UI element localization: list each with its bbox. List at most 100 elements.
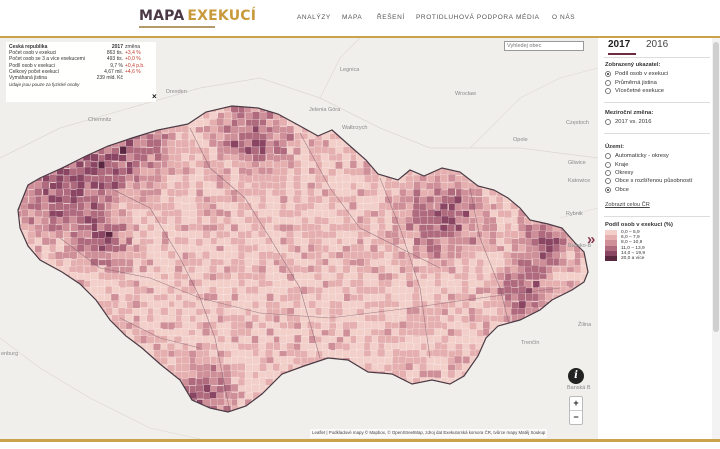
municipality-cell[interactable]: [245, 131, 254, 140]
municipality-cell[interactable]: [342, 188, 351, 197]
municipality-cell[interactable]: [461, 257, 470, 266]
municipality-cell[interactable]: [21, 159, 30, 168]
municipality-cell[interactable]: [96, 294, 105, 303]
municipality-cell[interactable]: [469, 392, 478, 401]
municipality-cell[interactable]: [342, 329, 351, 337]
municipality-cell[interactable]: [385, 314, 394, 323]
municipality-cell[interactable]: [363, 293, 372, 302]
municipality-cell[interactable]: [56, 118, 65, 127]
municipality-cell[interactable]: [152, 194, 161, 203]
municipality-cell[interactable]: [210, 398, 219, 407]
municipality-cell[interactable]: [581, 166, 590, 175]
municipality-cell[interactable]: [112, 329, 121, 338]
municipality-cell[interactable]: [440, 145, 449, 154]
municipality-cell[interactable]: [76, 167, 85, 176]
municipality-cell[interactable]: [476, 377, 485, 386]
municipality-cell[interactable]: [370, 405, 379, 414]
municipality-cell[interactable]: [552, 244, 561, 253]
municipality-cell[interactable]: [97, 335, 106, 344]
municipality-cell[interactable]: [314, 378, 323, 387]
municipality-cell[interactable]: [384, 299, 393, 308]
municipality-cell[interactable]: [469, 167, 478, 175]
municipality-cell[interactable]: [180, 328, 189, 337]
municipality-cell[interactable]: [251, 301, 260, 310]
municipality-cell[interactable]: [132, 404, 141, 413]
municipality-cell[interactable]: [258, 398, 267, 407]
municipality-cell[interactable]: [321, 335, 330, 344]
municipality-cell[interactable]: [587, 251, 596, 260]
municipality-cell[interactable]: [433, 106, 442, 114]
municipality-cell[interactable]: [399, 412, 407, 420]
municipality-cell[interactable]: [518, 160, 527, 169]
municipality-cell[interactable]: [348, 104, 357, 112]
municipality-cell[interactable]: [181, 132, 190, 141]
municipality-cell[interactable]: [28, 160, 37, 169]
municipality-cell[interactable]: [581, 306, 590, 315]
municipality-cell[interactable]: [224, 350, 233, 359]
municipality-cell[interactable]: [104, 104, 113, 112]
municipality-cell[interactable]: [321, 217, 330, 226]
municipality-cell[interactable]: [69, 215, 78, 224]
municipality-cell[interactable]: [538, 167, 547, 176]
municipality-cell[interactable]: [181, 363, 190, 372]
municipality-cell[interactable]: [579, 293, 588, 302]
municipality-cell[interactable]: [97, 105, 106, 113]
municipality-cell[interactable]: [245, 364, 254, 372]
municipality-cell[interactable]: [497, 391, 506, 400]
municipality-cell[interactable]: [397, 405, 406, 414]
municipality-cell[interactable]: [413, 131, 422, 140]
municipality-cell[interactable]: [589, 119, 597, 127]
municipality-cell[interactable]: [83, 308, 92, 317]
municipality-cell[interactable]: [546, 201, 554, 210]
municipality-cell[interactable]: [90, 251, 99, 260]
municipality-cell[interactable]: [448, 266, 457, 275]
municipality-cell[interactable]: [364, 98, 372, 106]
municipality-cell[interactable]: [524, 196, 533, 205]
municipality-cell[interactable]: [153, 138, 162, 147]
municipality-cell[interactable]: [111, 357, 120, 366]
municipality-cell[interactable]: [188, 350, 197, 359]
municipality-cell[interactable]: [336, 272, 345, 281]
municipality-cell[interactable]: [357, 139, 366, 148]
municipality-cell[interactable]: [14, 300, 22, 309]
municipality-cell[interactable]: [126, 258, 135, 267]
municipality-cell[interactable]: [146, 202, 155, 210]
municipality-cell[interactable]: [497, 223, 506, 232]
municipality-cell[interactable]: [70, 237, 79, 246]
municipality-cell[interactable]: [406, 413, 414, 421]
municipality-cell[interactable]: [273, 154, 282, 163]
municipality-cell[interactable]: [418, 265, 427, 274]
municipality-cell[interactable]: [553, 105, 562, 113]
municipality-cell[interactable]: [504, 187, 513, 196]
municipality-cell[interactable]: [49, 287, 58, 296]
municipality-cell[interactable]: [55, 174, 64, 183]
municipality-cell[interactable]: [182, 166, 191, 175]
municipality-cell[interactable]: [448, 217, 457, 226]
municipality-cell[interactable]: [216, 181, 225, 190]
municipality-cell[interactable]: [98, 411, 107, 420]
municipality-cell[interactable]: [532, 272, 541, 281]
municipality-cell[interactable]: [125, 286, 134, 295]
municipality-cell[interactable]: [279, 356, 288, 365]
municipality-cell[interactable]: [35, 399, 44, 408]
municipality-cell[interactable]: [96, 279, 105, 288]
municipality-cell[interactable]: [335, 111, 344, 120]
municipality-cell[interactable]: [308, 391, 317, 400]
municipality-cell[interactable]: [356, 286, 365, 295]
municipality-cell[interactable]: [390, 139, 399, 148]
municipality-cell[interactable]: [195, 180, 204, 189]
municipality-cell[interactable]: [489, 371, 498, 380]
municipality-cell[interactable]: [510, 385, 519, 394]
municipality-cell[interactable]: [189, 209, 198, 218]
municipality-cell[interactable]: [349, 411, 358, 420]
municipality-cell[interactable]: [202, 259, 211, 268]
municipality-cell[interactable]: [573, 132, 582, 141]
municipality-cell[interactable]: [573, 231, 582, 240]
municipality-cell[interactable]: [41, 146, 50, 155]
municipality-cell[interactable]: [489, 244, 498, 253]
municipality-cell[interactable]: [154, 174, 162, 183]
municipality-cell[interactable]: [230, 329, 239, 338]
municipality-cell[interactable]: [530, 126, 539, 135]
municipality-cell[interactable]: [384, 146, 393, 155]
municipality-cell[interactable]: [370, 111, 379, 120]
